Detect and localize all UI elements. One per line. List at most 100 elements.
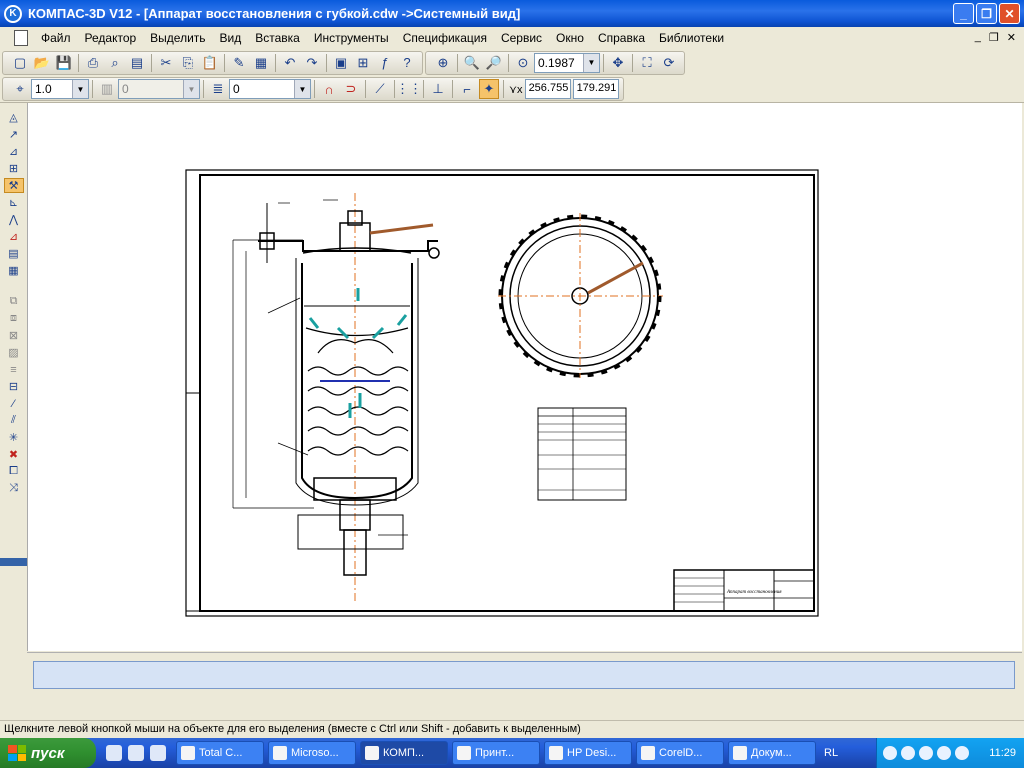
tray-icon[interactable] — [937, 746, 951, 760]
quick-launch-icon[interactable] — [106, 745, 122, 761]
line-icon[interactable]: ⁄ — [4, 396, 24, 411]
menu-help[interactable]: Справка — [591, 31, 652, 45]
manager-icon[interactable]: ▣ — [331, 53, 351, 73]
open-file-icon[interactable]: 📂 — [32, 53, 52, 73]
menu-window[interactable]: Окно — [549, 31, 591, 45]
undo-icon[interactable]: ↶ — [280, 53, 300, 73]
style-icon[interactable]: ▥ — [97, 79, 117, 99]
task-printer[interactable]: Принт... — [452, 741, 540, 765]
insert-icon[interactable]: ⧉ — [4, 294, 24, 309]
menu-service[interactable]: Сервис — [494, 31, 549, 45]
cut-icon[interactable]: ✂ — [156, 53, 176, 73]
menu-editor[interactable]: Редактор — [78, 31, 144, 45]
format-brush-icon[interactable]: ✎ — [229, 53, 249, 73]
layer-combo[interactable]: 0 ▼ — [229, 79, 311, 99]
zoom-in-icon[interactable]: 🔍 — [462, 53, 482, 73]
parametric-icon[interactable]: ⟋ — [370, 79, 390, 99]
menu-specification[interactable]: Спецификация — [396, 31, 494, 45]
tray-icon[interactable] — [901, 746, 915, 760]
menu-file[interactable]: Файл — [34, 31, 78, 45]
drawing-canvas[interactable]: Аппарат восстановления — [27, 103, 1022, 651]
hatch-icon[interactable]: ▨ — [4, 345, 24, 360]
symbols-icon[interactable]: ⊿ — [4, 144, 24, 159]
task-microsoft[interactable]: Microso... — [268, 741, 356, 765]
delete-icon[interactable]: ✖ — [4, 447, 24, 462]
coord-x-field[interactable]: 256.755 — [524, 79, 571, 99]
snap-magnet-icon[interactable]: ∩ — [319, 79, 339, 99]
table-icon[interactable]: ⊟ — [4, 379, 24, 394]
measure-icon[interactable]: ⊾ — [4, 195, 24, 210]
ortho-icon[interactable]: ⌐ — [457, 79, 477, 99]
zoom-window-icon[interactable]: ⊕ — [433, 53, 453, 73]
snap-local-icon[interactable]: ⊃ — [341, 79, 361, 99]
start-button[interactable]: пуск — [0, 738, 96, 768]
associative-views-icon[interactable]: ⊿ — [4, 229, 24, 244]
preview-icon[interactable]: ▤ — [127, 53, 147, 73]
print-icon[interactable]: ⎙ — [83, 53, 103, 73]
layer-view-icon[interactable]: ≡ — [4, 362, 24, 377]
grid-icon[interactable]: ⋮⋮ — [396, 79, 422, 99]
restore-button[interactable]: ❐ — [976, 3, 997, 24]
break-icon[interactable]: ⫽ — [4, 413, 24, 428]
zoom-out-icon[interactable]: 🔎 — [484, 53, 504, 73]
copy-icon[interactable]: ⎘ — [178, 53, 198, 73]
copy-object-icon[interactable]: ⧠ — [4, 464, 24, 479]
clock[interactable]: 11:29 — [989, 747, 1016, 759]
task-kompas[interactable]: КОМП... — [360, 741, 448, 765]
menu-view[interactable]: Вид — [213, 31, 249, 45]
task-hp-designjet[interactable]: HP Desi... — [544, 741, 632, 765]
quick-launch-icon[interactable] — [128, 745, 144, 761]
point-icon[interactable]: ✳ — [4, 430, 24, 445]
toolbar-scroll[interactable] — [0, 558, 27, 566]
quick-launch-icon[interactable] — [150, 745, 166, 761]
properties-icon[interactable]: ▦ — [251, 53, 271, 73]
transform-icon[interactable]: ⤨ — [4, 481, 24, 496]
dimensions-icon[interactable]: ↗ — [4, 127, 24, 142]
cursor-step-icon[interactable]: ⌖ — [10, 79, 30, 99]
menu-insert[interactable]: Вставка — [248, 31, 307, 45]
tray-icon[interactable] — [919, 746, 933, 760]
spec-icon[interactable]: ▤ — [4, 246, 24, 261]
show-all-icon[interactable]: ⛶ — [637, 53, 657, 73]
tray-icon[interactable] — [883, 746, 897, 760]
minimize-button[interactable]: _ — [953, 3, 974, 24]
help-pointer-icon[interactable]: ? — [397, 53, 417, 73]
variables-icon[interactable]: ƒ — [375, 53, 395, 73]
library-icon[interactable]: ⊞ — [353, 53, 373, 73]
redo-icon[interactable]: ↷ — [302, 53, 322, 73]
close-button[interactable]: ✕ — [999, 3, 1020, 24]
local-cs-icon[interactable]: ⊥ — [428, 79, 448, 99]
zoom-combo[interactable]: 0.1987 ▼ — [534, 52, 600, 73]
menu-libraries[interactable]: Библиотеки — [652, 31, 731, 45]
step-combo[interactable]: 1.0 ▼ — [31, 79, 89, 99]
reports-icon[interactable]: ▦ — [4, 263, 24, 278]
doc-minimize-icon[interactable]: _ — [975, 31, 981, 44]
chevron-down-icon[interactable]: ▼ — [583, 53, 599, 72]
new-file-icon[interactable]: ▢ — [10, 53, 30, 73]
menu-select[interactable]: Выделить — [143, 31, 212, 45]
parametrization-icon[interactable]: ⚒ — [3, 178, 24, 193]
geometry-icon[interactable]: ◬ — [4, 110, 24, 125]
chevron-down-icon[interactable]: ▼ — [294, 80, 310, 98]
selection-icon[interactable]: ⋀ — [4, 212, 24, 227]
edit-icon[interactable]: ⊞ — [4, 161, 24, 176]
language-indicator[interactable]: RL — [824, 747, 838, 759]
zoom-scale-icon[interactable]: ⊙ — [513, 53, 533, 73]
paste-icon[interactable]: 📋 — [200, 53, 220, 73]
round-icon[interactable]: ✦ — [479, 79, 499, 99]
doc-restore-icon[interactable]: ❐ — [989, 31, 999, 44]
doc-close-icon[interactable]: ✕ — [1007, 31, 1016, 44]
task-document[interactable]: Докум... — [728, 741, 816, 765]
document-icon[interactable] — [14, 30, 28, 46]
task-coreldraw[interactable]: CorelD... — [636, 741, 724, 765]
task-total-commander[interactable]: Total C... — [176, 741, 264, 765]
pan-icon[interactable]: ✥ — [608, 53, 628, 73]
refresh-icon[interactable]: ⟳ — [659, 53, 679, 73]
menu-tools[interactable]: Инструменты — [307, 31, 396, 45]
fragment-icon[interactable]: ⧈ — [4, 311, 24, 326]
coord-y-field[interactable]: 179.291 — [572, 79, 619, 99]
macro-icon[interactable]: ⊠ — [4, 328, 24, 343]
tray-icon[interactable] — [955, 746, 969, 760]
chevron-down-icon[interactable]: ▼ — [72, 80, 88, 98]
layers-icon[interactable]: ≣ — [208, 79, 228, 99]
